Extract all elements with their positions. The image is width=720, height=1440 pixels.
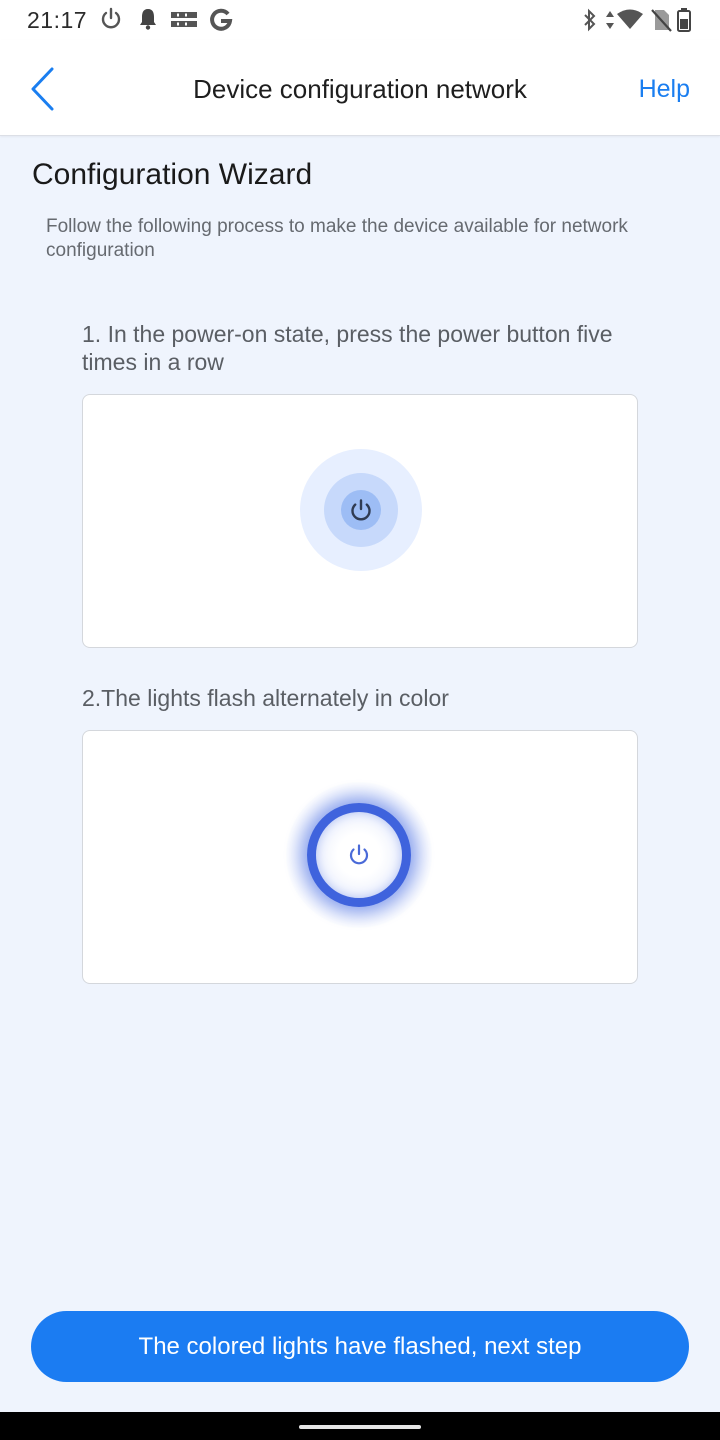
step-2-illustration-card — [82, 730, 638, 984]
wizard-title: Configuration Wizard — [32, 158, 313, 191]
power-status-icon — [101, 7, 121, 29]
battery-icon — [677, 8, 691, 32]
home-indicator[interactable] — [299, 1425, 421, 1429]
wizard-description: Follow the following process to make the… — [46, 216, 628, 261]
next-step-button[interactable]: The colored lights have flashed, next st… — [31, 1311, 689, 1382]
power-icon — [351, 499, 371, 521]
mob-rog-icon — [171, 12, 197, 27]
system-nav-bar — [0, 1412, 720, 1440]
no-sim-icon — [651, 9, 672, 32]
status-time: 21:17 — [27, 7, 88, 33]
data-arrows-icon — [606, 11, 614, 29]
app-header: Device configuration network Help — [0, 40, 720, 136]
bluetooth-icon — [584, 8, 596, 32]
wifi-icon — [617, 9, 643, 29]
step-2-label: 2.The lights flash alternately in color — [82, 685, 449, 711]
page-title: Device configuration network — [193, 74, 527, 104]
notification-bell-icon — [140, 9, 156, 30]
step-1-illustration-card — [82, 394, 638, 648]
help-link[interactable]: Help — [639, 75, 690, 104]
google-icon — [210, 8, 233, 31]
power-icon — [349, 844, 369, 865]
step-1-label: 1. In the power-on state, press the powe… — [82, 321, 613, 375]
status-bar: 21:17 — [0, 0, 720, 40]
